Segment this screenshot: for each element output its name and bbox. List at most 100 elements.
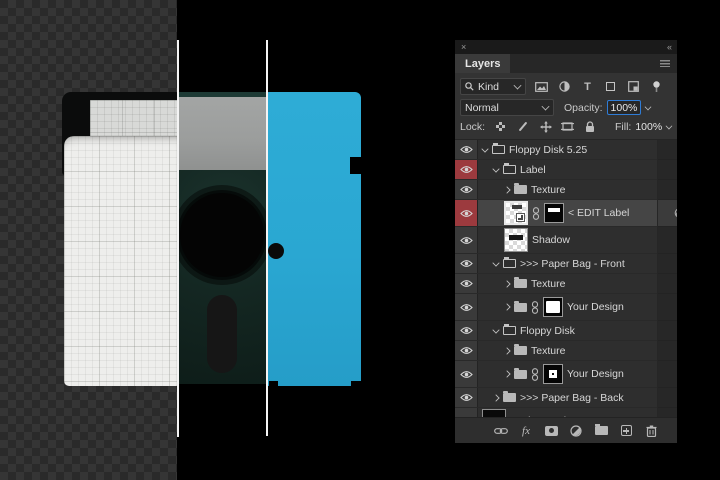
layer-row[interactable]: Your Design [455,294,677,321]
lock-paint-icon[interactable] [516,120,529,133]
panel-menu-icon[interactable] [660,60,670,67]
visibility-toggle[interactable] [455,254,478,273]
layer-row[interactable]: Background [455,408,677,417]
folder-icon [514,344,527,355]
paper-bag-front-graph-paper [64,136,178,386]
blend-mode-dropdown[interactable]: Normal [460,99,554,116]
lock-position-icon[interactable] [539,120,552,133]
visibility-toggle[interactable] [455,274,478,293]
layer-name[interactable]: < EDIT Label [568,207,629,219]
mask-link-icon[interactable] [531,367,539,381]
mask-link-icon[interactable] [532,206,540,220]
fill-chevron-icon[interactable] [665,122,673,129]
mask-link-icon[interactable] [531,300,539,314]
smart-object-badge[interactable] [674,208,677,219]
layer-row[interactable]: < EDIT Label [455,200,677,227]
layer-name[interactable]: Floppy Disk [520,325,575,337]
filter-toggle-icon[interactable] [649,79,664,94]
adjustment-layers-filter-icon[interactable] [557,79,572,94]
layer-row[interactable]: Texture [455,180,677,200]
eye-icon [459,146,473,153]
visibility-toggle[interactable] [455,160,478,179]
layer-name[interactable]: Shadow [532,234,570,246]
layer-name[interactable]: Your Design [567,368,624,380]
filter-kind-dropdown[interactable]: Kind [460,78,526,95]
layer-thumbnail[interactable] [482,409,506,417]
visibility-toggle[interactable] [455,361,478,387]
mask-thumbnail[interactable] [543,297,563,317]
layer-row[interactable]: Your Design [455,361,677,388]
eye-icon [459,209,473,217]
expand-chevron-icon[interactable] [492,258,500,267]
opacity-input[interactable]: 100% [606,100,642,115]
shape-layers-filter-icon[interactable] [603,79,618,94]
type-layers-filter-icon[interactable]: T [580,79,595,94]
layer-row[interactable]: Shadow [455,227,677,254]
layer-style-icon[interactable]: fx [518,423,534,439]
expand-chevron-icon[interactable] [503,303,511,311]
new-adjustment-layer-icon[interactable] [568,423,584,439]
expand-chevron-icon[interactable] [492,164,500,173]
lock-all-icon[interactable] [584,120,597,133]
floppy-disk-grayscale-section [179,92,266,384]
eye-icon [459,186,473,193]
delete-layer-icon[interactable] [643,423,659,439]
visibility-toggle[interactable] [455,140,478,159]
fill-input[interactable]: 100% [635,121,662,133]
visibility-toggle[interactable] [455,294,478,320]
layer-name[interactable]: Texture [531,278,565,290]
tab-layers[interactable]: Layers [455,54,511,73]
lock-transparency-icon[interactable] [494,120,507,133]
layer-name[interactable]: Your Design [567,301,624,313]
layer-name[interactable]: >>> Paper Bag - Front [520,258,625,270]
layer-row[interactable]: Floppy Disk [455,321,677,341]
visibility-toggle[interactable] [455,321,478,340]
expand-chevron-icon[interactable] [503,279,511,288]
folder-icon [503,257,516,268]
visibility-toggle[interactable] [455,180,478,199]
layer-name[interactable]: Label [520,164,546,176]
close-icon[interactable]: × [461,42,466,52]
layer-name[interactable]: Background [510,415,566,417]
add-layer-mask-icon[interactable] [543,423,559,439]
expand-chevron-icon[interactable] [503,185,511,194]
mask-thumbnail[interactable] [544,203,564,223]
link-layers-icon[interactable] [493,423,509,439]
folder-icon [514,367,527,379]
expand-chevron-icon[interactable] [481,144,489,153]
layer-row[interactable]: Label [455,160,677,180]
visibility-toggle[interactable] [455,200,478,226]
new-group-icon[interactable] [593,423,609,439]
visibility-toggle[interactable] [455,341,478,360]
layer-row[interactable]: Floppy Disk 5.25 [455,140,677,160]
mask-thumbnail[interactable] [543,364,563,384]
layer-name[interactable]: Floppy Disk 5.25 [509,144,587,156]
layer-name[interactable]: Texture [531,345,565,357]
visibility-toggle[interactable] [455,227,478,253]
folder-icon [503,163,516,174]
visibility-toggle[interactable] [455,388,478,407]
layer-row[interactable]: >>> Paper Bag - Back [455,388,677,408]
search-icon [465,82,474,91]
layer-row[interactable]: >>> Paper Bag - Front [455,254,677,274]
layer-row[interactable]: Texture [455,274,677,294]
layer-thumbnail[interactable] [504,201,528,225]
opacity-chevron-icon[interactable] [644,103,652,110]
visibility-toggle[interactable] [455,408,478,417]
new-layer-icon[interactable] [618,423,634,439]
layer-name[interactable]: Texture [531,184,565,196]
smart-object-filter-icon[interactable] [626,79,641,94]
expand-chevron-icon[interactable] [492,325,500,334]
layer-thumbnail[interactable] [504,228,528,252]
opacity-label: Opacity: [564,101,603,114]
expand-chevron-icon[interactable] [503,346,511,355]
layer-row[interactable]: Texture [455,341,677,361]
layer-name[interactable]: >>> Paper Bag - Back [520,392,624,404]
eye-icon [459,280,473,287]
expand-chevron-icon[interactable] [492,393,500,402]
panel-header: × « [455,40,677,54]
collapse-panel-icon[interactable]: « [667,42,672,52]
pixel-layers-filter-icon[interactable] [534,79,549,94]
expand-chevron-icon[interactable] [503,370,511,378]
lock-artboard-icon[interactable] [561,120,575,133]
